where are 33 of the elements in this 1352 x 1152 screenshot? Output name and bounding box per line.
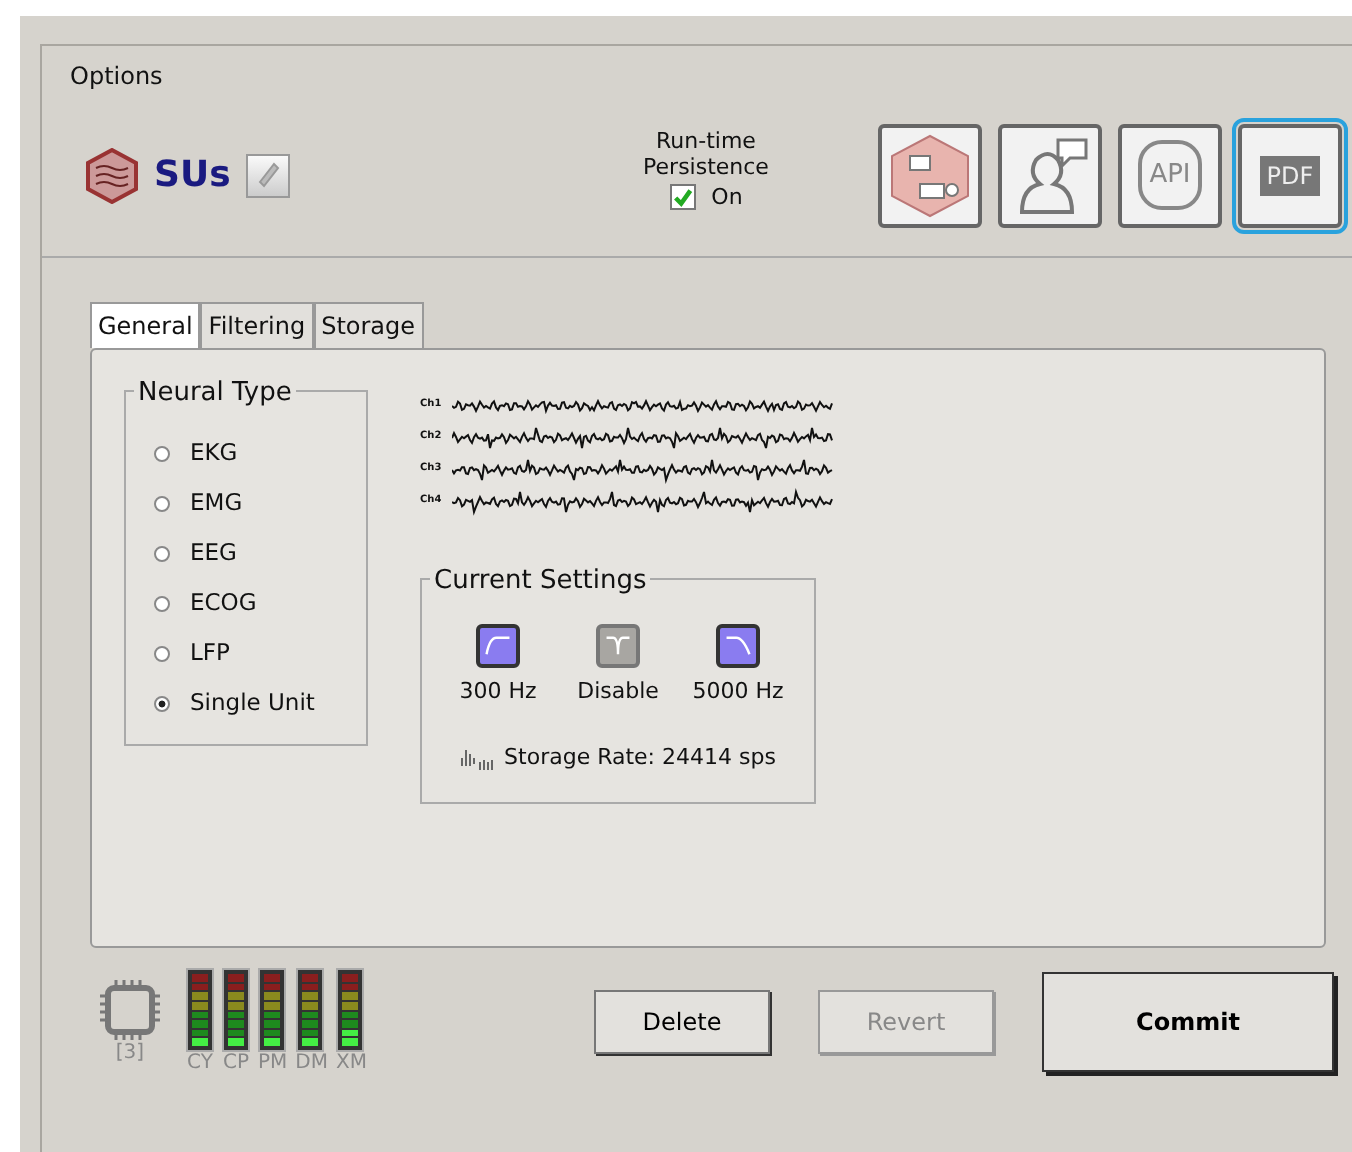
tab[interactable]: Filtering — [200, 302, 314, 348]
filter-icon[interactable] — [476, 624, 520, 668]
radio-option[interactable]: Single Unit — [154, 678, 346, 728]
radio-option[interactable]: ECOG — [154, 578, 346, 628]
device-name: SUs — [154, 152, 231, 200]
radio-option[interactable]: EMG — [154, 478, 346, 528]
tab[interactable]: General — [90, 302, 201, 348]
filter-label: 5000 Hz — [692, 678, 784, 704]
meter-label: CY — [186, 1052, 214, 1074]
pencil-icon — [254, 160, 283, 189]
edit-button[interactable] — [246, 153, 291, 197]
cpu-label: [3] — [113, 1042, 147, 1064]
hexagon-icon — [86, 147, 138, 203]
filter-icon[interactable] — [716, 624, 760, 668]
chip-icon — [98, 978, 162, 1042]
user-tool[interactable] — [998, 123, 1102, 227]
persistence-checkbox[interactable]: On — [669, 181, 743, 215]
meter-label: CP — [222, 1052, 250, 1074]
filter-label: Disable — [577, 678, 659, 704]
action-button[interactable]: Delete — [594, 989, 770, 1053]
persistence-label: Run-time Persistence — [641, 128, 771, 182]
radio-option[interactable]: EEG — [154, 528, 346, 578]
diagram-tool[interactable] — [878, 123, 982, 227]
action-button[interactable]: Commit — [1042, 971, 1334, 1071]
meter-label: PM — [258, 1052, 288, 1074]
meter-label: XM — [336, 1052, 367, 1074]
filter-label: 300 Hz — [459, 678, 537, 704]
meter-label: DM — [295, 1052, 328, 1074]
tab[interactable]: Storage — [313, 302, 424, 348]
storage-rate: Storage Rate: 24414 sps — [504, 741, 776, 773]
signal-icon — [460, 745, 497, 770]
radio-option[interactable]: EKG — [154, 428, 346, 478]
radio-option[interactable]: LFP — [154, 628, 346, 678]
